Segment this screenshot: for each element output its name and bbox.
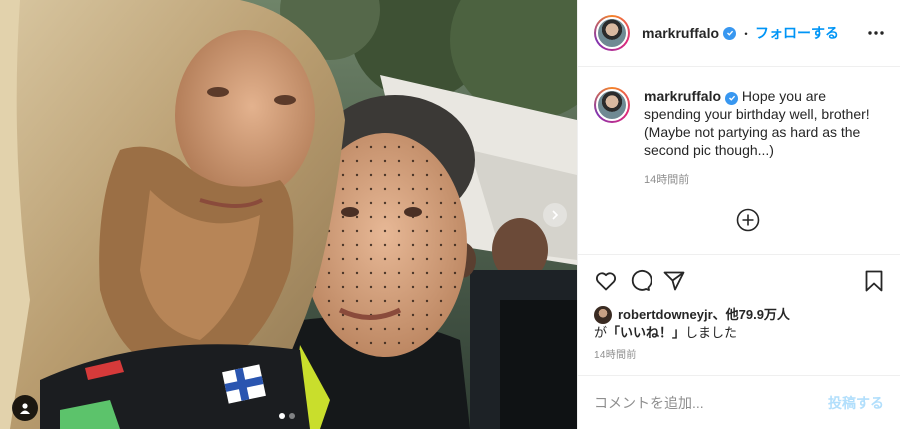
author-avatar[interactable]	[594, 15, 630, 51]
verified-badge-icon	[725, 91, 739, 105]
action-bar	[578, 254, 900, 306]
post-timestamp[interactable]: 14時間前	[578, 342, 900, 361]
comment-form: 投稿する	[578, 375, 900, 429]
more-options-icon[interactable]	[868, 31, 884, 35]
comment-icon	[631, 269, 652, 291]
caption-avatar-image	[596, 89, 628, 121]
carousel-dot	[289, 413, 295, 419]
comment-button[interactable]	[628, 269, 652, 293]
carousel-dot-active	[279, 413, 285, 419]
caption-avatar[interactable]	[594, 87, 630, 123]
likes-suffix: しました	[685, 325, 738, 340]
paper-plane-icon	[663, 271, 685, 290]
caption: markruffalo Hope you are spending your b…	[594, 87, 884, 159]
header-separator: ・	[740, 26, 753, 41]
load-more-comments-button[interactable]	[736, 208, 760, 235]
share-button[interactable]	[662, 269, 686, 293]
liker-avatar[interactable]	[594, 306, 612, 324]
comments-section: markruffalo Hope you are spending your b…	[578, 67, 900, 254]
chevron-right-icon	[552, 210, 559, 220]
user-tags-button[interactable]	[12, 395, 38, 421]
photo-scene	[0, 0, 577, 429]
like-button[interactable]	[594, 269, 618, 293]
instagram-post: markruffalo ・ フォローする markruffalo Hope yo…	[0, 0, 900, 429]
carousel-indicator	[279, 413, 295, 419]
user-tag-icon	[20, 403, 30, 414]
plus-circle-icon	[736, 208, 760, 232]
post-side-panel: markruffalo ・ フォローする markruffalo Hope yo…	[577, 0, 900, 429]
verified-badge-icon	[723, 26, 737, 40]
caption-body: markruffalo Hope you are spending your b…	[644, 87, 884, 159]
bookmark-icon	[865, 270, 883, 291]
post-header: markruffalo ・ フォローする	[578, 0, 900, 67]
likes-count-link[interactable]: robertdowneyjr、他79.9万人	[618, 306, 790, 324]
author-avatar-image	[596, 17, 628, 49]
post-photo[interactable]	[0, 0, 577, 429]
heart-icon	[595, 271, 617, 290]
caption-username[interactable]: markruffalo	[644, 88, 721, 104]
likes-summary: robertdowneyjr、他79.9万人	[578, 306, 900, 324]
caption-timestamp: 14時間前	[644, 174, 690, 186]
carousel-next-button[interactable]	[543, 203, 567, 227]
likes-summary-line2: が「いいね！」しました	[578, 324, 900, 342]
comment-input[interactable]	[594, 394, 828, 411]
save-button[interactable]	[862, 269, 886, 293]
likes-highlight: 「いいね！」	[607, 325, 686, 340]
likes-prefix: が	[594, 325, 608, 340]
follow-button[interactable]: フォローする	[755, 23, 839, 43]
post-comment-button[interactable]: 投稿する	[828, 393, 884, 413]
author-username[interactable]: markruffalo	[642, 25, 719, 41]
